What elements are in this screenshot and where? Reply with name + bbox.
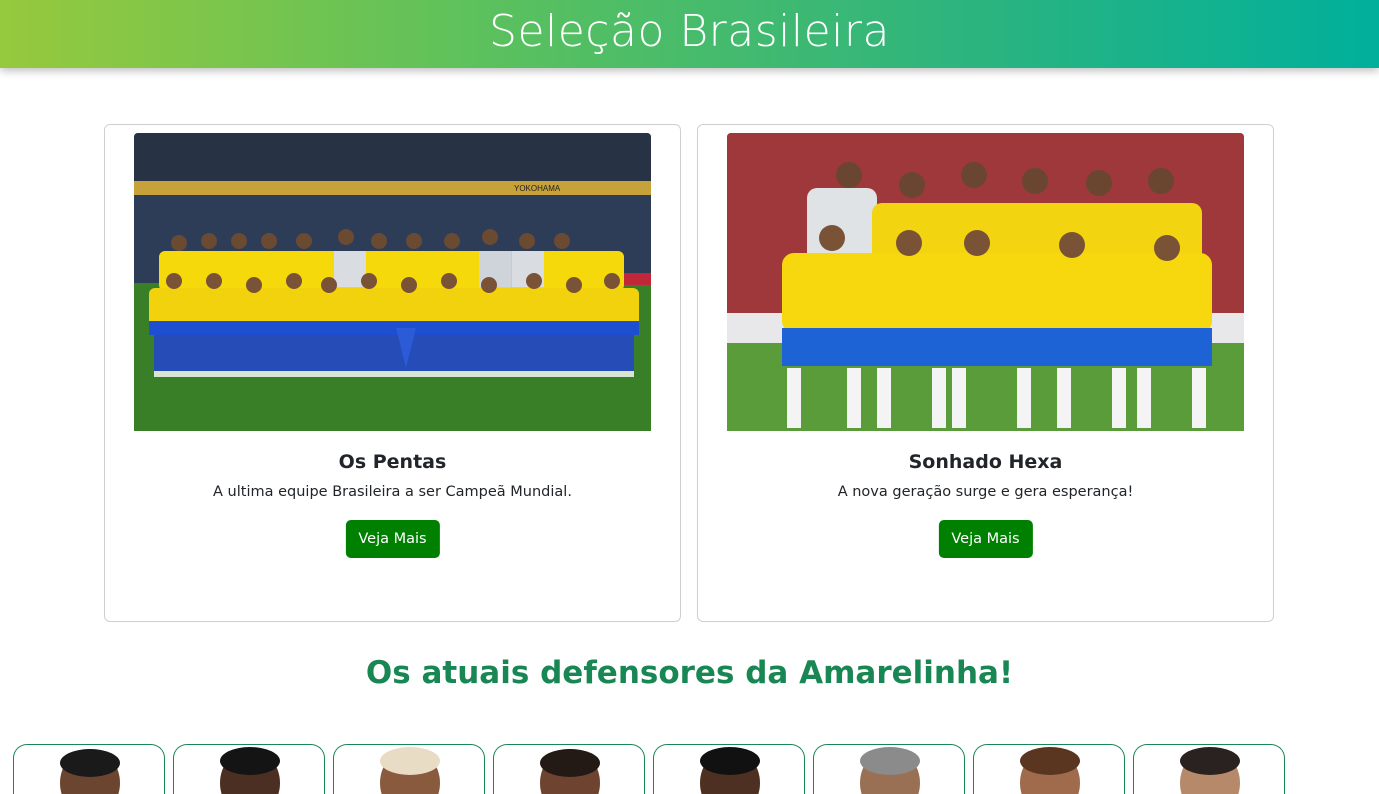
- player-card[interactable]: [973, 744, 1125, 794]
- player-photo: [860, 747, 920, 794]
- player-card[interactable]: [653, 744, 805, 794]
- card-description: A ultima equipe Brasileira a ser Campeã …: [213, 484, 572, 500]
- card-title: Os Pentas: [338, 451, 447, 473]
- player-card[interactable]: [813, 744, 965, 794]
- stadium-banner: YOKOHAMA: [514, 184, 561, 193]
- section-title: Os atuais defensores da Amarelinha!: [365, 655, 1014, 691]
- player-photo: [1020, 747, 1080, 794]
- card-description: A nova geração surge e gera esperança!: [837, 484, 1134, 500]
- card-os-pentas: YOKOHAMA Os Pentas A ultima equipe Brasi…: [104, 124, 681, 622]
- player-card[interactable]: [493, 744, 645, 794]
- veja-mais-button[interactable]: Veja Mais: [938, 520, 1033, 558]
- player-card[interactable]: [1133, 744, 1285, 794]
- player-photo: [700, 747, 760, 794]
- player-card[interactable]: [333, 744, 485, 794]
- player-photo: [220, 747, 280, 794]
- player-photo: [380, 747, 440, 794]
- player-card[interactable]: [13, 744, 165, 794]
- header-bar: Seleção Brasileira: [0, 0, 1379, 68]
- page-title: Seleção Brasileira: [489, 6, 890, 57]
- team-photo-2002: YOKOHAMA: [134, 133, 651, 431]
- card-title: Sonhado Hexa: [908, 451, 1063, 473]
- player-photo: [60, 749, 120, 794]
- player-card[interactable]: [173, 744, 325, 794]
- card-sonhado-hexa: Sonhado Hexa A nova geração surge e gera…: [697, 124, 1274, 622]
- team-photo-current: [727, 133, 1244, 431]
- veja-mais-button[interactable]: Veja Mais: [345, 520, 440, 558]
- player-photo: [1180, 747, 1240, 794]
- player-photo: [540, 749, 600, 794]
